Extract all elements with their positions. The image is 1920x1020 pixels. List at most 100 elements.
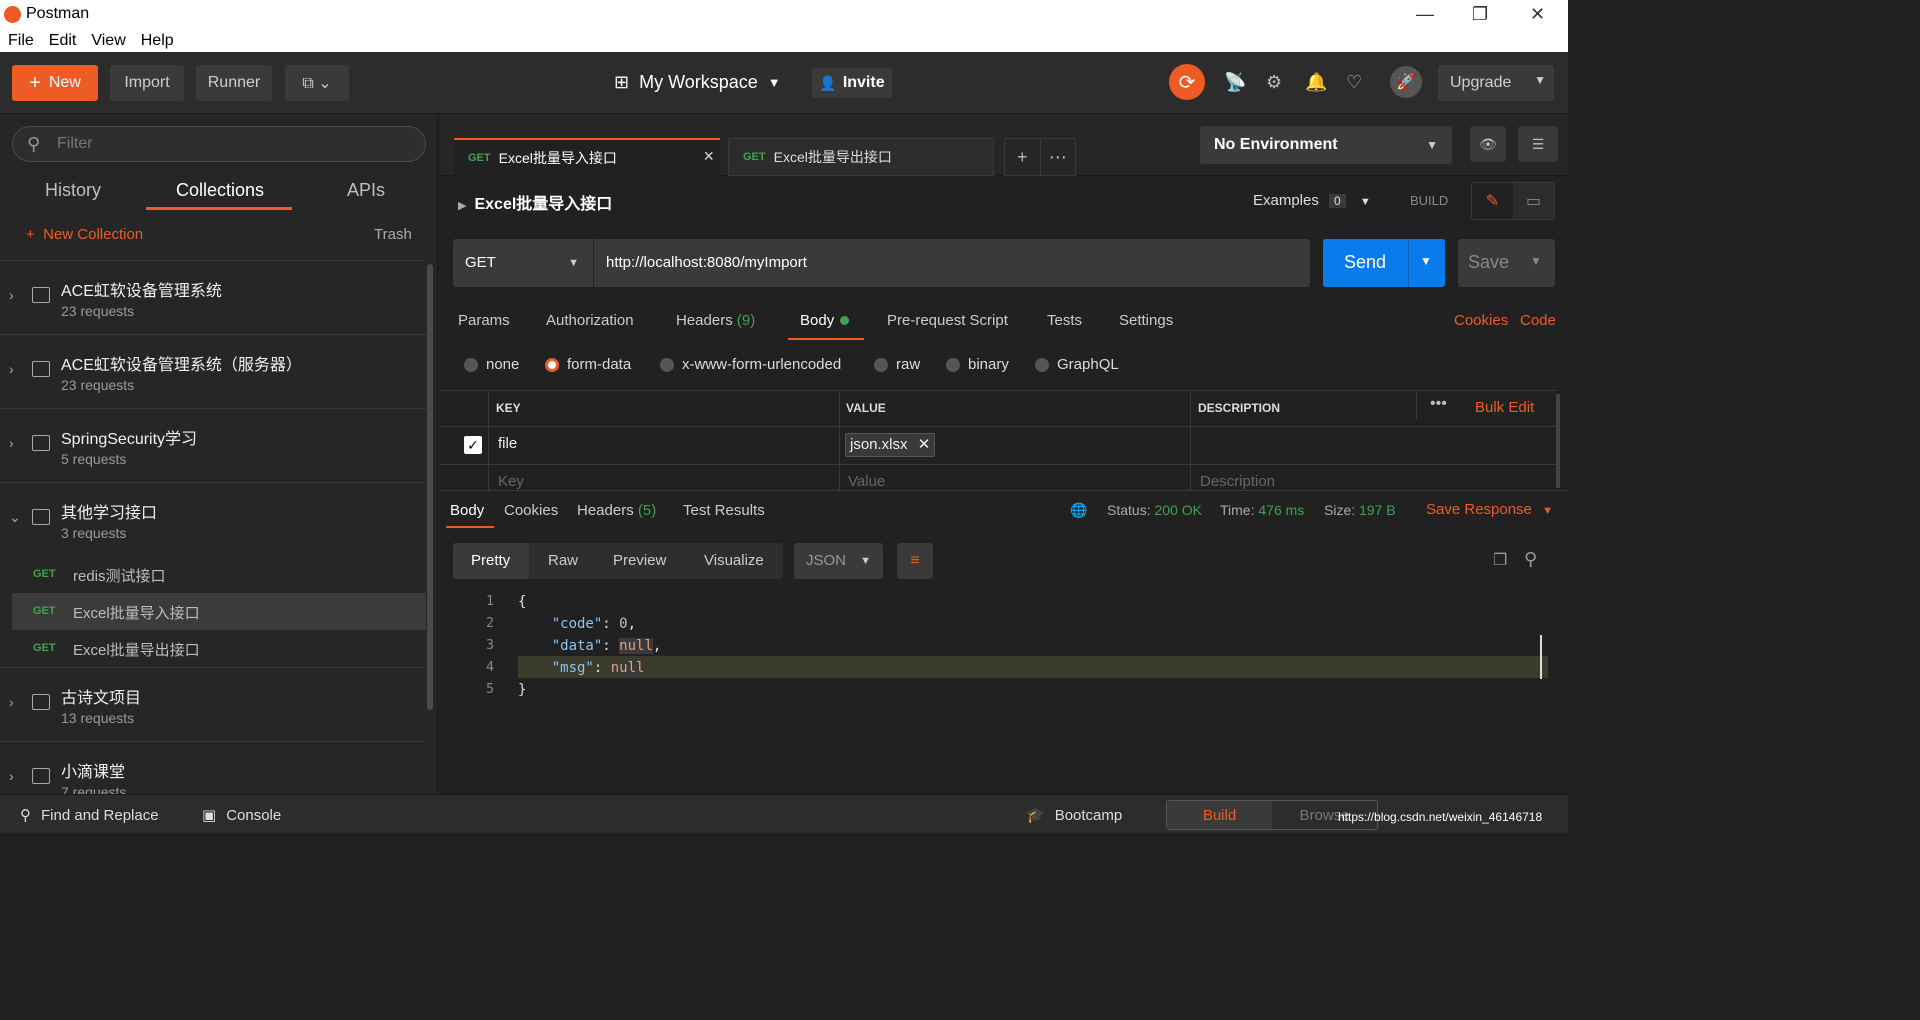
send-button[interactable]: Send ▼	[1323, 239, 1445, 287]
comment-icon[interactable]: ▭	[1513, 183, 1554, 219]
close-tab-icon[interactable]: ×	[703, 146, 714, 167]
copy-icon[interactable]: ❐	[1493, 550, 1507, 570]
radio-raw[interactable]: raw	[874, 356, 920, 373]
environment-quick-look-eye-icon[interactable]: 👁	[1470, 126, 1506, 162]
remove-file-icon[interactable]: ✕	[918, 436, 931, 453]
response-tab-headers[interactable]: Headers (5)	[577, 502, 656, 519]
request-tab-active[interactable]: GET Excel批量导入接口 ×	[454, 138, 720, 176]
import-button[interactable]: Import	[110, 65, 184, 101]
search-icon[interactable]: ⚲	[1524, 549, 1537, 570]
request-item-selected[interactable]: GET Excel批量导入接口	[12, 593, 426, 630]
response-tab-cookies[interactable]: Cookies	[504, 502, 558, 519]
collection-item[interactable]: › SpringSecurity学习 5 requests	[0, 408, 426, 482]
tab-prerequest-script[interactable]: Pre-request Script	[887, 312, 1008, 329]
sync-icon[interactable]: ⟳	[1169, 64, 1205, 100]
response-tab-test-results[interactable]: Test Results	[683, 502, 765, 519]
save-response-button[interactable]: Save Response ▼	[1426, 501, 1553, 518]
radio-graphql[interactable]: GraphQL	[1035, 356, 1119, 373]
tab-tests[interactable]: Tests	[1047, 312, 1082, 329]
save-options-caret-icon[interactable]: ▼	[1530, 254, 1542, 268]
row-enable-checkbox[interactable]: ✓	[464, 436, 482, 454]
radio-binary[interactable]: binary	[946, 356, 1009, 373]
more-options-icon[interactable]: •••	[1430, 395, 1447, 413]
view-visualize[interactable]: Visualize	[704, 552, 764, 569]
collection-item[interactable]: › ACE虹软设备管理系统（服务器） 23 requests	[0, 334, 426, 408]
notification-bell-icon[interactable]: 🔔	[1305, 72, 1327, 93]
manage-environments-icon[interactable]: ☰	[1518, 126, 1558, 162]
tab-history[interactable]: History	[45, 180, 101, 201]
description-placeholder[interactable]: Description	[1200, 473, 1275, 490]
chevron-right-icon[interactable]: ›	[9, 361, 14, 377]
request-item[interactable]: GET redis测试接口	[0, 556, 426, 593]
request-item[interactable]: GET Excel批量导出接口	[0, 630, 426, 667]
sidebar-scrollbar[interactable]	[427, 264, 433, 710]
key-cell[interactable]: file	[498, 435, 517, 452]
wrap-lines-icon[interactable]: ≡	[897, 543, 933, 579]
response-tab-body[interactable]: Body	[450, 502, 484, 519]
filter-input[interactable]: ⚲ Filter	[12, 126, 426, 162]
rocket-icon[interactable]: 🚀	[1390, 66, 1422, 98]
request-tab[interactable]: GET Excel批量导出接口	[728, 138, 994, 176]
new-window-button[interactable]: ⧉ ⌄	[285, 65, 349, 101]
key-placeholder[interactable]: Key	[498, 473, 524, 490]
request-title[interactable]: ▶ Excel批量导入接口	[458, 190, 612, 214]
menu-view[interactable]: View	[91, 32, 125, 50]
collection-item[interactable]: ⌄ 其他学习接口 3 requests	[0, 482, 426, 556]
tab-headers[interactable]: Headers (9)	[676, 312, 755, 329]
view-preview[interactable]: Preview	[613, 552, 666, 569]
chevron-right-icon[interactable]: ›	[9, 435, 14, 451]
chevron-down-icon[interactable]: ⌄	[9, 509, 21, 526]
bulk-edit-link[interactable]: Bulk Edit	[1475, 399, 1534, 416]
examples-dropdown[interactable]: Examples 0 ▼	[1253, 192, 1371, 209]
file-chip[interactable]: json.xlsx ✕	[845, 433, 936, 457]
satellite-icon[interactable]: 📡	[1224, 72, 1246, 93]
tab-authorization[interactable]: Authorization	[546, 312, 634, 329]
bootcamp-button[interactable]: 🎓 Bootcamp	[1026, 806, 1122, 825]
request-pane-scrollbar[interactable]	[1556, 394, 1560, 488]
radio-form-data[interactable]: form-data	[545, 356, 631, 373]
caret-right-icon[interactable]: ▶	[458, 200, 466, 212]
tab-apis[interactable]: APIs	[347, 180, 385, 201]
upgrade-button[interactable]: Upgrade ▼	[1438, 65, 1554, 101]
runner-button[interactable]: Runner	[196, 65, 272, 101]
method-select[interactable]: GET ▼	[453, 239, 593, 287]
more-tabs-icon[interactable]: ⋯	[1039, 139, 1076, 175]
chevron-right-icon[interactable]: ›	[9, 768, 14, 784]
new-collection-button[interactable]: + New Collection	[26, 226, 143, 243]
cookies-link[interactable]: Cookies	[1454, 312, 1508, 329]
send-options-caret-icon[interactable]: ▼	[1420, 254, 1432, 268]
menu-file[interactable]: File	[8, 32, 34, 50]
chevron-right-icon[interactable]: ›	[9, 694, 14, 710]
resize-handle[interactable]	[1540, 635, 1553, 679]
value-placeholder[interactable]: Value	[848, 473, 885, 490]
collection-item[interactable]: › ACE虹软设备管理系统 23 requests	[0, 260, 426, 334]
environment-select[interactable]: No Environment ▼	[1200, 126, 1452, 164]
menu-edit[interactable]: Edit	[49, 32, 77, 50]
caret-down-icon[interactable]: ▼	[1534, 73, 1546, 87]
menu-help[interactable]: Help	[141, 32, 174, 50]
format-select[interactable]: JSON ▼	[794, 543, 883, 579]
settings-gear-icon[interactable]: ⚙	[1266, 72, 1282, 93]
close-window-icon[interactable]: ✕	[1530, 4, 1545, 25]
radio-none[interactable]: none	[464, 356, 519, 373]
restore-icon[interactable]: ❐	[1472, 4, 1488, 25]
response-body-editor[interactable]: 1 2 3 4 5 { "code": 0, "data": null, "ms…	[440, 590, 1558, 790]
invite-button[interactable]: 👤 Invite	[812, 68, 892, 98]
workspace-selector[interactable]: ⊞ My Workspace ▼	[614, 72, 781, 93]
view-raw[interactable]: Raw	[548, 552, 578, 569]
url-input[interactable]: http://localhost:8080/myImport	[594, 239, 1310, 287]
view-pretty[interactable]: Pretty	[471, 552, 510, 569]
tab-params[interactable]: Params	[458, 312, 510, 329]
edit-pencil-icon[interactable]: ✎	[1472, 183, 1513, 219]
code-link[interactable]: Code	[1520, 312, 1556, 329]
chevron-right-icon[interactable]: ›	[9, 287, 14, 303]
minimize-icon[interactable]: —	[1416, 4, 1434, 25]
heart-icon[interactable]: ♡	[1346, 72, 1362, 93]
tab-collections[interactable]: Collections	[176, 180, 264, 201]
collection-item[interactable]: › 古诗文项目 13 requests	[0, 667, 426, 741]
trash-button[interactable]: Trash	[374, 226, 412, 243]
new-button[interactable]: + New	[12, 65, 98, 101]
build-mode-button[interactable]: Build	[1167, 801, 1272, 829]
radio-x-www-form-urlencoded[interactable]: x-www-form-urlencoded	[660, 356, 841, 373]
globe-icon[interactable]: 🌐	[1070, 502, 1087, 519]
